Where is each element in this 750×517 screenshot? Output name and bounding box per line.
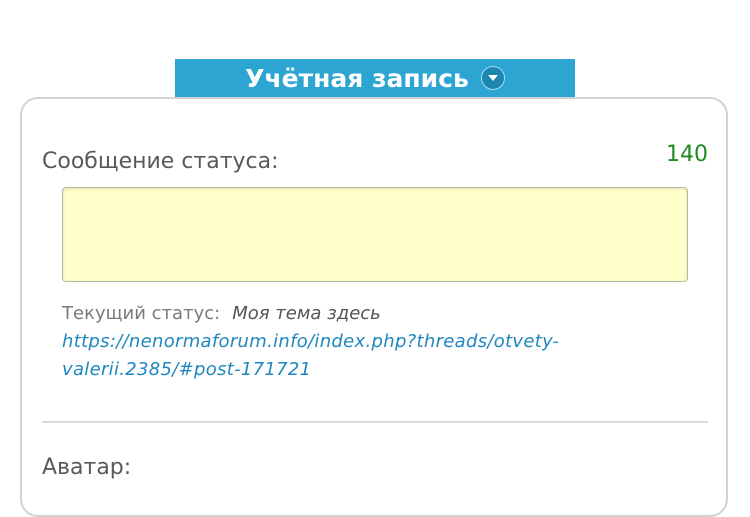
- avatar-label: Аватар:: [42, 455, 132, 480]
- account-tab-label: Учётная запись: [245, 63, 469, 93]
- chevron-down-icon[interactable]: [480, 66, 505, 90]
- current-status-link-line1: https://nenormaforum.info/index.php?thre…: [62, 331, 560, 352]
- divider: [42, 421, 708, 423]
- current-status-label: Текущий статус:: [62, 303, 221, 324]
- current-status-value: Моя тема здесь: [232, 303, 381, 324]
- current-status-link-line2: valerii.2385/#post-171721: [62, 359, 312, 380]
- current-status-link[interactable]: https://nenormaforum.info/index.php?thre…: [62, 328, 682, 384]
- status-label: Сообщение статуса:: [42, 149, 279, 174]
- account-tab[interactable]: Учётная запись: [175, 59, 575, 97]
- status-input[interactable]: [62, 187, 688, 282]
- status-char-counter: 140: [666, 142, 708, 167]
- current-status: Текущий статус: Моя тема здесь https://ne…: [62, 300, 682, 384]
